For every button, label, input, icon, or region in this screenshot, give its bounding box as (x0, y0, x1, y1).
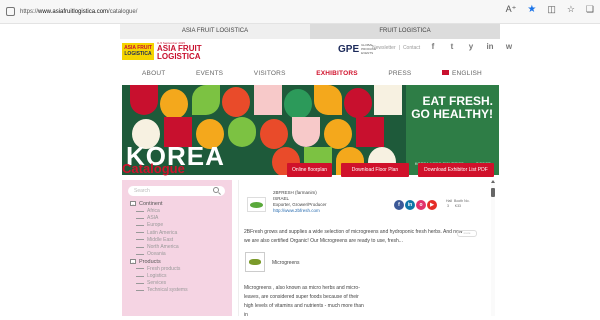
nav-press[interactable]: PRESS (388, 70, 411, 77)
scroll-thumb[interactable] (491, 188, 495, 197)
download-exhibitor-list-button[interactable]: Download Exhibitor List PDF (418, 163, 494, 177)
filter-group-products[interactable]: - Products (130, 258, 230, 266)
split-screen-icon[interactable]: ◫ (547, 4, 556, 15)
filter-item[interactable]: Fresh products (130, 265, 230, 272)
filter-item[interactable]: Europe (130, 222, 230, 229)
browser-toolbar: https://www.asiafruitlogistica.com/catal… (0, 0, 600, 24)
banner-headline: EAT FRESH. GO HEALTHY! (411, 94, 493, 121)
exhibitor-website-link[interactable]: http://www.2bfresh.com (273, 208, 327, 214)
tab-asia-fruit-logistica[interactable]: ASIA FRUIT LOGISTICA (120, 24, 310, 39)
exhibitor-info: 2BFRESH (farmanim) ISRAEL Exporter, Grow… (273, 190, 327, 214)
linkedin-icon[interactable]: in (405, 200, 415, 210)
search-icon[interactable] (213, 187, 219, 193)
read-aloud-icon[interactable]: A⁺ (506, 4, 517, 15)
newsletter-link[interactable]: Newsletter (372, 45, 396, 51)
exhibitor-social: f in o ▶ (394, 200, 437, 210)
exhibitor-card: 2BFRESH (farmanim) ISRAEL Exporter, Grow… (238, 180, 491, 318)
nav-events[interactable]: EVENTS (196, 70, 223, 77)
filter-item[interactable]: Africa (130, 208, 230, 215)
wechat-icon[interactable]: w (504, 42, 514, 52)
url-text: https://www.asiafruitlogistica.com/catal… (20, 8, 138, 15)
site-logo[interactable]: ASIA FRUIT LOGISTICA 3–5 September 2025 … (122, 41, 218, 61)
collections-icon[interactable]: ❏ (586, 4, 594, 15)
youtube-icon[interactable]: ▶ (427, 200, 437, 210)
tab-fruit-logistica[interactable]: FRUIT LOGISTICA (310, 24, 500, 39)
filter-tree: - Continent Africa ASIA Europe Latin Amer… (130, 200, 230, 294)
filter-item[interactable]: Services (130, 280, 230, 287)
filter-item[interactable]: ASIA (130, 215, 230, 222)
scrollbar[interactable] (491, 180, 495, 316)
address-bar[interactable]: https://www.asiafruitlogistica.com/catal… (6, 3, 526, 21)
gpe-logo[interactable]: GPE GLOBAL PRODUCE EVENTS (338, 43, 376, 55)
event-tabs: ASIA FRUIT LOGISTICA FRUIT LOGISTICA (120, 24, 500, 39)
filter-item[interactable]: Middle East (130, 236, 230, 243)
linkedin-icon[interactable]: in (485, 42, 495, 52)
lock-icon (6, 7, 15, 16)
hall-booth-info: Hall Booth No. 3 K33 (446, 199, 470, 208)
contact-link[interactable]: Contact (403, 45, 420, 51)
top-links: Newsletter | Contact (372, 45, 420, 51)
filter-item[interactable]: Technical systems (130, 287, 230, 294)
collapse-icon[interactable]: - (130, 259, 136, 265)
instagram-icon[interactable]: o (416, 200, 426, 210)
download-floor-plan-button[interactable]: Download Floor Plan (341, 163, 409, 177)
filter-sidebar: Search - Continent Africa ASIA Europe Lat… (122, 180, 232, 316)
page-title: Catalogue (122, 161, 185, 176)
exhibitor-logo[interactable] (247, 197, 266, 212)
youtube-icon[interactable]: y (466, 42, 476, 52)
filter-item[interactable]: Logistics (130, 273, 230, 280)
social-links: f t y in w (428, 42, 514, 52)
scroll-up-arrow-icon[interactable] (491, 180, 495, 183)
collapse-icon[interactable]: - (130, 201, 136, 207)
exhibitor-description: 2BFresh grows and supplies a wide select… (244, 229, 463, 244)
filter-item[interactable]: North America (130, 243, 230, 250)
flag-icon (442, 70, 449, 76)
product-image[interactable] (245, 252, 265, 272)
search-input[interactable]: Search (128, 186, 225, 196)
online-floorplan-button[interactable]: Online floorplan (287, 163, 332, 177)
facebook-icon[interactable]: f (394, 200, 404, 210)
facebook-icon[interactable]: f (428, 42, 438, 52)
main-nav: ABOUT EVENTS VISITORS EXHIBITORS PRESS E… (122, 66, 500, 80)
nav-about[interactable]: ABOUT (142, 70, 165, 77)
more-button[interactable]: more (457, 230, 477, 237)
filter-item[interactable]: Oceania (130, 251, 230, 258)
twitter-icon[interactable]: t (447, 42, 457, 52)
favorite-star-icon[interactable]: ★ (527, 4, 536, 15)
product-description: Microgreens , also known as micro herbs … (244, 285, 364, 318)
filter-group-continent[interactable]: - Continent (130, 200, 230, 208)
logo-wordmark: 3–5 September 2025 ASIA FRUIT LOGISTICA (157, 41, 202, 61)
nav-language[interactable]: ENGLISH (442, 70, 482, 77)
nav-exhibitors[interactable]: EXHIBITORS (316, 70, 358, 77)
logo-mini: ASIA FRUIT LOGISTICA (122, 42, 154, 60)
product-name[interactable]: Microgreens (272, 260, 300, 266)
favorites-icon[interactable]: ☆ (567, 4, 575, 15)
separator: | (398, 45, 400, 51)
filter-item[interactable]: Latin America (130, 229, 230, 236)
nav-visitors[interactable]: VISITORS (254, 70, 286, 77)
